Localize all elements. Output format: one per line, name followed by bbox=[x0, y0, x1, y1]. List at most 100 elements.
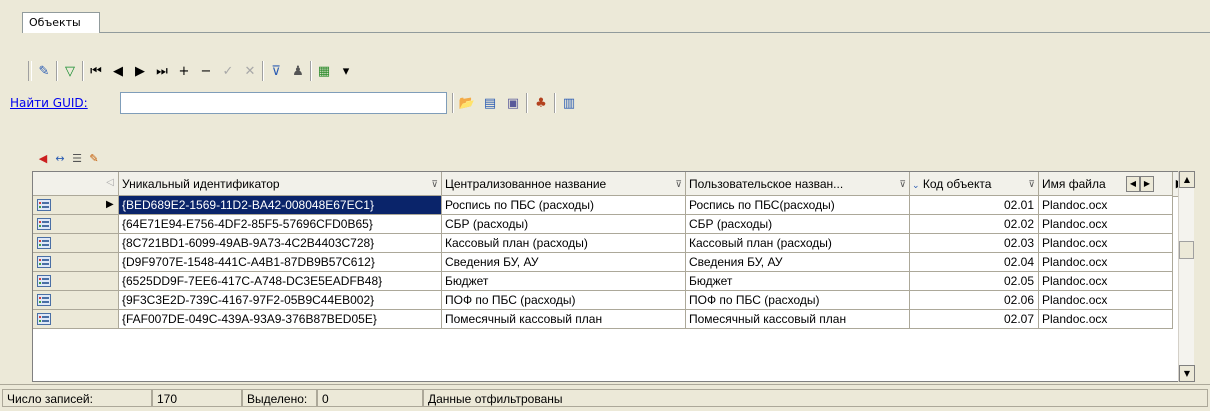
cell-file-name[interactable]: Plandoc.ocx bbox=[1039, 253, 1173, 272]
records-count-value: 170 bbox=[152, 389, 242, 407]
cell-central-name[interactable]: Роспись по ПБС (расходы) bbox=[442, 196, 686, 215]
clear-filter-icon[interactable]: ✎ bbox=[87, 151, 101, 165]
column-header-guid[interactable]: Уникальный идентификатор ⊽ bbox=[119, 172, 442, 196]
cell-central-name[interactable]: Сведения БУ, АУ bbox=[442, 253, 686, 272]
next-record-icon[interactable]: ▶ bbox=[130, 61, 150, 81]
row-header[interactable] bbox=[33, 215, 119, 234]
cell-guid[interactable]: {FAF007DE-049C-439A-93A9-376B87BED05E} bbox=[119, 310, 442, 329]
cell-guid[interactable]: {9F3C3E2D-739C-4167-97F2-05B9C44EB002} bbox=[119, 291, 442, 310]
collapse-left-icon[interactable]: ◁ bbox=[106, 177, 114, 188]
column-header-user-name[interactable]: Пользовательское назван... ⊽ bbox=[686, 172, 910, 196]
cell-user-name[interactable]: Помесячный кассовый план bbox=[686, 310, 910, 329]
dropdown-arrow-icon[interactable]: ▾ bbox=[336, 61, 356, 81]
cell-object-code[interactable]: 02.01 bbox=[910, 196, 1039, 215]
table-row[interactable]: {D9F9707E-1548-441C-A4B1-87DB9B57C612} Св… bbox=[33, 253, 1179, 272]
column-header-object-code[interactable]: ⌄ Код объекта ⊽ bbox=[910, 172, 1039, 196]
find-guid-input[interactable] bbox=[120, 92, 447, 114]
export-icon[interactable]: ▦ bbox=[314, 61, 334, 81]
row-header[interactable] bbox=[33, 234, 119, 253]
cell-guid[interactable]: {BED689E2-1569-11D2-BA42-008048E67EC1} bbox=[119, 196, 442, 215]
scroll-columns-right-icon[interactable]: ▶ bbox=[1140, 176, 1154, 192]
objects-grid[interactable]: ◁ Уникальный идентификатор ⊽ Централизов… bbox=[32, 171, 1194, 382]
table-row[interactable]: {FAF007DE-049C-439A-93A9-376B87BED05E} По… bbox=[33, 310, 1179, 329]
object-form-icon bbox=[37, 199, 51, 211]
post-edit-icon[interactable]: ✓ bbox=[218, 61, 238, 81]
cell-file-name[interactable]: Plandoc.ocx bbox=[1039, 310, 1173, 329]
table-row[interactable]: {8C721BD1-6099-49AB-9A73-4C2B4403C728} Ка… bbox=[33, 234, 1179, 253]
edit-icon[interactable]: ✎ bbox=[34, 61, 54, 81]
column-filter-icon[interactable]: ⊽ bbox=[1028, 179, 1035, 190]
cancel-edit-icon[interactable]: ✕ bbox=[240, 61, 260, 81]
tab-objects[interactable]: Объекты bbox=[22, 12, 100, 33]
status-bar: Число записей: 170 Выделено: 0 Данные от… bbox=[0, 384, 1210, 411]
toolbar-grip[interactable] bbox=[28, 61, 32, 81]
cell-central-name[interactable]: Кассовый план (расходы) bbox=[442, 234, 686, 253]
scroll-up-icon[interactable]: ▲ bbox=[1179, 171, 1195, 188]
cell-user-name[interactable]: Кассовый план (расходы) bbox=[686, 234, 910, 253]
delete-record-icon[interactable]: − bbox=[196, 61, 216, 81]
column-header-central-name[interactable]: Централизованное название ⊽ bbox=[442, 172, 686, 196]
cell-file-name[interactable]: Plandoc.ocx bbox=[1039, 291, 1173, 310]
cell-file-name[interactable]: Plandoc.ocx bbox=[1039, 272, 1173, 291]
grid-vertical-scrollbar[interactable]: ▲ ▼ bbox=[1178, 171, 1195, 382]
scroll-thumb[interactable] bbox=[1179, 241, 1194, 259]
cell-guid[interactable]: {64E71E94-E756-4DF2-85F5-57696CFD0B65} bbox=[119, 215, 442, 234]
open-folder-icon[interactable]: 📂 bbox=[457, 93, 477, 113]
secondary-toolbar: 📂 ▤ ▣ ♣ ▥ bbox=[452, 92, 579, 114]
table-row[interactable]: {9F3C3E2D-739C-4167-97F2-05B9C44EB002} ПО… bbox=[33, 291, 1179, 310]
swap-columns-icon[interactable]: ↔ bbox=[53, 151, 67, 165]
row-header[interactable]: ▶ bbox=[33, 196, 119, 215]
column-filter-icon[interactable]: ⊽ bbox=[675, 179, 682, 190]
object-form-icon bbox=[37, 237, 51, 249]
cell-user-name[interactable]: ПОФ по ПБС (расходы) bbox=[686, 291, 910, 310]
toolbar-separator bbox=[554, 93, 556, 113]
table-row[interactable]: {64E71E94-E756-4DF2-85F5-57696CFD0B65} СБ… bbox=[33, 215, 1179, 234]
cell-guid[interactable]: {D9F9707E-1548-441C-A4B1-87DB9B57C612} bbox=[119, 253, 442, 272]
cell-user-name[interactable]: Роспись по ПБС(расходы) bbox=[686, 196, 910, 215]
column-filter-icon[interactable]: ⊽ bbox=[899, 179, 906, 190]
table-row[interactable]: {6525DD9F-7EE6-417C-A748-DC3E5EADFB48} Бю… bbox=[33, 272, 1179, 291]
properties-icon[interactable]: ▣ bbox=[503, 93, 523, 113]
prev-record-icon[interactable]: ◀ bbox=[108, 61, 128, 81]
cell-object-code[interactable]: 02.04 bbox=[910, 253, 1039, 272]
cell-central-name[interactable]: Бюджет bbox=[442, 272, 686, 291]
first-record-icon[interactable]: ⏮ bbox=[86, 61, 106, 81]
cell-object-code[interactable]: 02.06 bbox=[910, 291, 1039, 310]
scroll-columns-left-icon[interactable]: ◀ bbox=[1126, 176, 1140, 192]
find-guid-link[interactable]: Найти GUID: bbox=[10, 96, 88, 110]
cell-central-name[interactable]: СБР (расходы) bbox=[442, 215, 686, 234]
grid-export-icon[interactable]: ▥ bbox=[559, 93, 579, 113]
document-icon[interactable]: ▤ bbox=[480, 93, 500, 113]
pin-red-icon[interactable]: ◀ bbox=[36, 151, 50, 165]
add-record-icon[interactable]: + bbox=[174, 61, 194, 81]
cell-file-name[interactable]: Plandoc.ocx bbox=[1039, 234, 1173, 253]
cell-file-name[interactable]: Plandoc.ocx bbox=[1039, 215, 1173, 234]
cell-user-name[interactable]: Сведения БУ, АУ bbox=[686, 253, 910, 272]
selected-count-value: 0 bbox=[317, 389, 423, 407]
cell-guid[interactable]: {6525DD9F-7EE6-417C-A748-DC3E5EADFB48} bbox=[119, 272, 442, 291]
cell-user-name[interactable]: СБР (расходы) bbox=[686, 215, 910, 234]
cell-guid[interactable]: {8C721BD1-6099-49AB-9A73-4C2B4403C728} bbox=[119, 234, 442, 253]
user-action-icon[interactable]: ♣ bbox=[531, 93, 551, 113]
row-header[interactable] bbox=[33, 272, 119, 291]
row-header[interactable] bbox=[33, 253, 119, 272]
row-header[interactable] bbox=[33, 310, 119, 329]
filter-icon[interactable]: ⊽ bbox=[266, 61, 286, 81]
column-filter-icon[interactable]: ⊽ bbox=[431, 179, 438, 190]
scroll-down-icon[interactable]: ▼ bbox=[1179, 365, 1195, 382]
cell-central-name[interactable]: ПОФ по ПБС (расходы) bbox=[442, 291, 686, 310]
cell-object-code[interactable]: 02.03 bbox=[910, 234, 1039, 253]
cell-file-name[interactable]: Plandoc.ocx bbox=[1039, 196, 1173, 215]
last-record-icon[interactable]: ⏭ bbox=[152, 61, 172, 81]
cell-user-name[interactable]: Бюджет bbox=[686, 272, 910, 291]
cell-object-code[interactable]: 02.07 bbox=[910, 310, 1039, 329]
column-header-file-name[interactable]: Имя файла ◀ ▶ bbox=[1039, 172, 1173, 196]
filter-green-icon[interactable]: ▽ bbox=[60, 61, 80, 81]
cell-object-code[interactable]: 02.05 bbox=[910, 272, 1039, 291]
list-settings-icon[interactable]: ☰ bbox=[70, 151, 84, 165]
cell-object-code[interactable]: 02.02 bbox=[910, 215, 1039, 234]
row-header[interactable] bbox=[33, 291, 119, 310]
table-row[interactable]: ▶ {BED689E2-1569-11D2-BA42-008048E67EC1} Р… bbox=[33, 196, 1179, 215]
cell-central-name[interactable]: Помесячный кассовый план bbox=[442, 310, 686, 329]
find-binoculars-icon[interactable]: ♟ bbox=[288, 61, 308, 81]
